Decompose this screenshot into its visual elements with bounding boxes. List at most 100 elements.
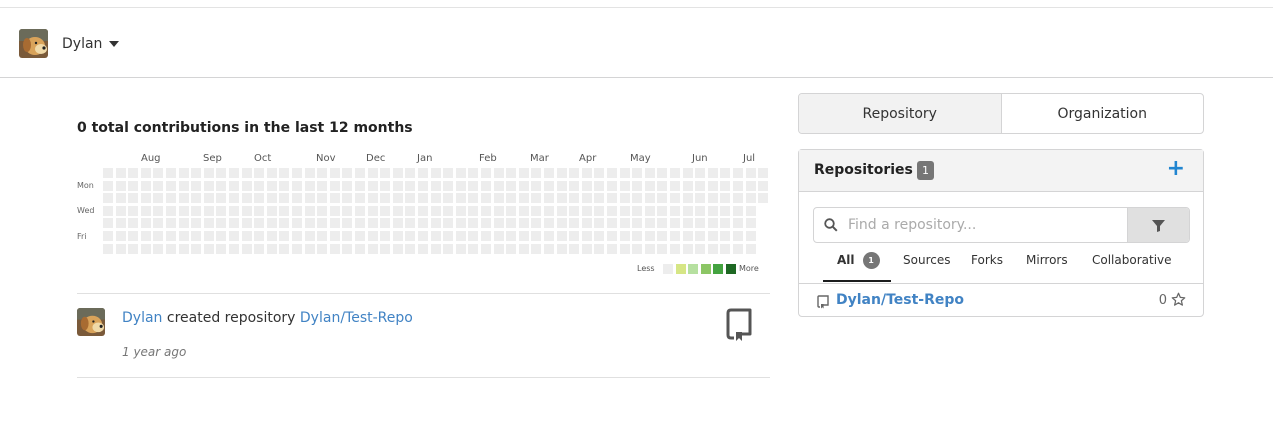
heatmap-cell bbox=[607, 244, 617, 254]
star-icon[interactable] bbox=[1171, 292, 1186, 311]
context-header: Dylan bbox=[0, 8, 1273, 78]
heatmap-cell bbox=[607, 218, 617, 228]
heatmap-cell bbox=[330, 231, 340, 241]
heatmap-cell bbox=[254, 206, 264, 216]
heatmap-cell bbox=[179, 168, 189, 178]
heatmap-cell bbox=[368, 244, 378, 254]
repository-search-input[interactable] bbox=[848, 208, 1127, 242]
filter-button[interactable] bbox=[1127, 208, 1189, 242]
heatmap-cell bbox=[506, 168, 516, 178]
heatmap-cell bbox=[670, 244, 680, 254]
heatmap-cell bbox=[733, 206, 743, 216]
heatmap-cell bbox=[342, 231, 352, 241]
add-repository-button[interactable]: + bbox=[1167, 156, 1185, 181]
heatmap-cell bbox=[216, 218, 226, 228]
heatmap-cell bbox=[179, 206, 189, 216]
heatmap-month-label: Feb bbox=[479, 153, 497, 164]
heatmap-cell bbox=[292, 206, 302, 216]
tab-repository[interactable]: Repository bbox=[799, 94, 1002, 133]
heatmap-cell bbox=[481, 218, 491, 228]
heatmap-cell bbox=[670, 168, 680, 178]
heatmap-cell bbox=[431, 218, 441, 228]
heatmap-cell bbox=[531, 244, 541, 254]
tab-organization[interactable]: Organization bbox=[1002, 94, 1204, 133]
heatmap-month-label: Apr bbox=[579, 153, 597, 164]
feed-repo-link[interactable]: Dylan/Test-Repo bbox=[300, 310, 413, 326]
heatmap-cell bbox=[657, 244, 667, 254]
heatmap-cell bbox=[683, 181, 693, 191]
heatmap-cell bbox=[632, 181, 642, 191]
heatmap-cell bbox=[279, 168, 289, 178]
heatmap-cell bbox=[355, 181, 365, 191]
heatmap-cell bbox=[116, 168, 126, 178]
heatmap-cell bbox=[393, 218, 403, 228]
heatmap-cell bbox=[494, 218, 504, 228]
legend-swatch bbox=[725, 264, 736, 274]
heatmap-cell bbox=[544, 193, 554, 203]
heatmap-cell bbox=[116, 206, 126, 216]
heatmap-cell bbox=[720, 193, 730, 203]
filter-tab-mirrors[interactable]: Mirrors bbox=[1026, 252, 1068, 282]
heatmap-cell bbox=[695, 181, 705, 191]
heatmap-cell bbox=[153, 218, 163, 228]
heatmap-cell bbox=[708, 168, 718, 178]
heatmap-cell bbox=[116, 193, 126, 203]
heatmap-cell bbox=[582, 206, 592, 216]
heatmap-cell bbox=[456, 181, 466, 191]
context-user-switcher[interactable]: Dylan bbox=[19, 29, 120, 58]
heatmap-cell bbox=[342, 193, 352, 203]
heatmap-cell bbox=[330, 168, 340, 178]
heatmap-day-label: Wed bbox=[77, 206, 95, 215]
heatmap-cell bbox=[431, 231, 441, 241]
heatmap-cell bbox=[393, 193, 403, 203]
heatmap-cell bbox=[317, 244, 327, 254]
heatmap-cell bbox=[380, 168, 390, 178]
heatmap-cell bbox=[393, 244, 403, 254]
heatmap-cell bbox=[557, 244, 567, 254]
heatmap-cell bbox=[557, 218, 567, 228]
heatmap-cell bbox=[279, 181, 289, 191]
heatmap-cell bbox=[116, 218, 126, 228]
heatmap-cell bbox=[393, 181, 403, 191]
feed-user-link[interactable]: Dylan bbox=[122, 310, 162, 326]
heatmap-cell bbox=[204, 168, 214, 178]
heatmap-cell bbox=[695, 231, 705, 241]
legend-swatch bbox=[663, 264, 673, 274]
heatmap-cell bbox=[405, 231, 415, 241]
heatmap-cell bbox=[582, 168, 592, 178]
repository-link[interactable]: Dylan/Test-Repo bbox=[836, 292, 964, 308]
heatmap-cell bbox=[330, 193, 340, 203]
heatmap-cell bbox=[242, 244, 252, 254]
heatmap-month-label: Sep bbox=[203, 153, 222, 164]
heatmap-cell bbox=[758, 168, 768, 178]
context-user-name: Dylan bbox=[62, 35, 103, 52]
filter-tab-all[interactable]: All 1 bbox=[823, 252, 891, 282]
filter-tab-forks[interactable]: Forks bbox=[971, 252, 1003, 282]
heatmap-cell bbox=[128, 168, 138, 178]
heatmap-cell bbox=[746, 193, 756, 203]
heatmap-cell bbox=[519, 193, 529, 203]
repo-icon bbox=[817, 294, 829, 313]
heatmap-cell bbox=[695, 193, 705, 203]
heatmap-cell bbox=[645, 231, 655, 241]
legend-swatch bbox=[700, 264, 711, 274]
heatmap-cell bbox=[531, 193, 541, 203]
feed-user-avatar[interactable] bbox=[77, 308, 105, 336]
heatmap-cell bbox=[141, 181, 151, 191]
heatmap-cell bbox=[267, 206, 277, 216]
heatmap-cell bbox=[657, 193, 667, 203]
heatmap-cell bbox=[708, 193, 718, 203]
heatmap-cell bbox=[594, 218, 604, 228]
filter-tab-collaborative[interactable]: Collaborative bbox=[1092, 252, 1172, 282]
filter-tab-sources[interactable]: Sources bbox=[903, 252, 950, 282]
heatmap-cell bbox=[494, 231, 504, 241]
heatmap-cell bbox=[557, 231, 567, 241]
heatmap-cell bbox=[481, 244, 491, 254]
heatmap-cell bbox=[670, 206, 680, 216]
heatmap-cell bbox=[216, 181, 226, 191]
heatmap-cell bbox=[620, 231, 630, 241]
heatmap-cell bbox=[456, 193, 466, 203]
heatmap-cell bbox=[670, 218, 680, 228]
heatmap-cell bbox=[746, 206, 756, 216]
heatmap-cell bbox=[733, 193, 743, 203]
